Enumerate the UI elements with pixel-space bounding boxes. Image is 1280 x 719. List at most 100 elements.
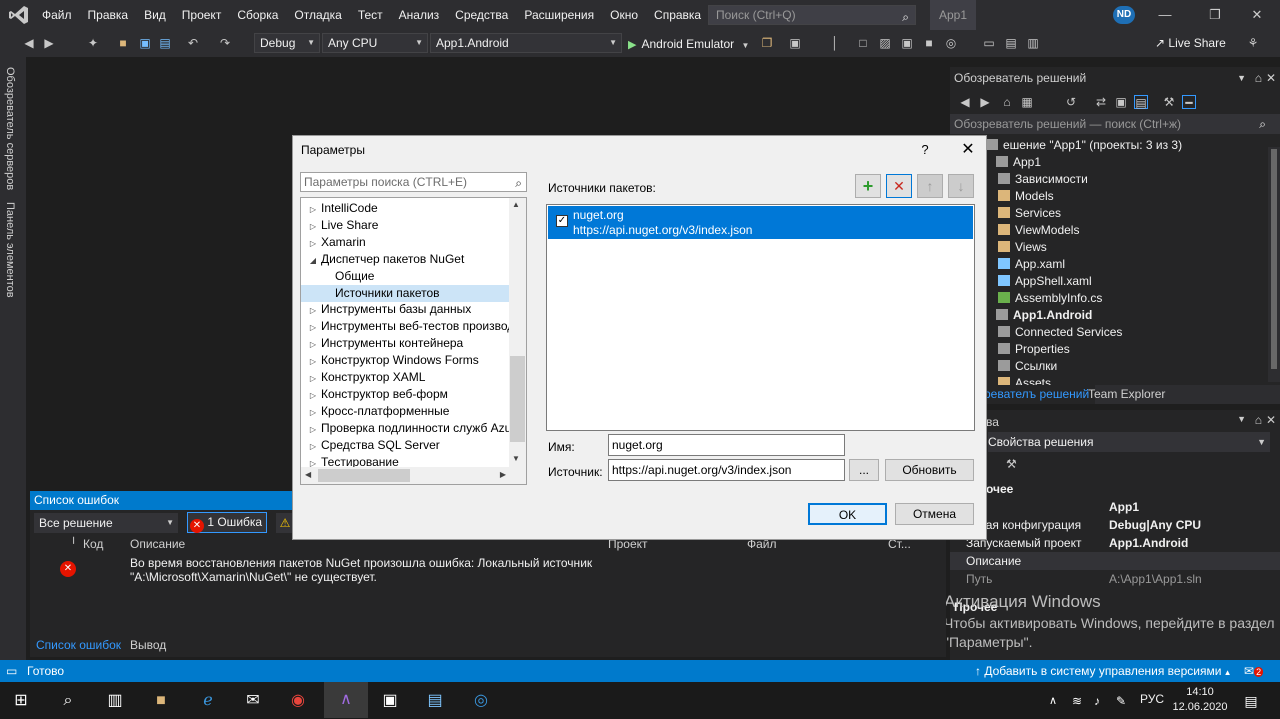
task-view-icon[interactable]: ▥ [102, 688, 128, 714]
open-folder-icon[interactable]: ■ [116, 36, 130, 50]
column-code[interactable]: Код [83, 537, 103, 551]
pin-icon[interactable]: ⌂ [1255, 67, 1262, 89]
step-icon[interactable]: │ [828, 36, 842, 50]
save-icon[interactable]: ▣ [138, 36, 152, 50]
browse-button[interactable]: ... [849, 459, 879, 481]
options-tree-item[interactable]: ▷ Инструменты базы данных [301, 301, 510, 318]
tree-item[interactable]: Connected Services [950, 324, 1268, 341]
options-tree-item[interactable]: ▷ Xamarin [301, 234, 510, 251]
menu-item[interactable]: Окно [602, 0, 646, 30]
options-tree-item[interactable]: ◢ Диспетчер пакетов NuGet [301, 251, 510, 268]
chevron-up-icon[interactable]: ∧ [1040, 688, 1066, 714]
remote-desktop-icon[interactable]: ▤ [422, 688, 448, 714]
forward-icon[interactable]: ▶ [978, 95, 992, 109]
live-share-button[interactable]: ↗ Live Share [1155, 36, 1226, 50]
help-icon[interactable]: ? [913, 136, 937, 164]
horizontal-scrollbar[interactable]: ◀ ▶ [301, 467, 526, 484]
tree-item[interactable]: Services [950, 205, 1268, 222]
chevron-down-icon[interactable]: ▼ [1237, 67, 1246, 89]
volume-icon[interactable]: ♪ [1084, 688, 1110, 714]
menu-item[interactable]: Отладка [286, 0, 349, 30]
app-icon[interactable]: ◎ [468, 688, 494, 714]
tree-item[interactable]: App1 [950, 154, 1268, 171]
forward-icon[interactable]: ▶ [42, 36, 56, 50]
designer-icon[interactable]: □ [856, 36, 870, 50]
options-tree-item[interactable]: ▷ Проверка подлинности служб Azur [301, 420, 515, 437]
options-tree-item[interactable]: ▷ Конструктор Windows Forms [301, 352, 510, 369]
restore-icon[interactable]: ❐ [1192, 0, 1238, 30]
run-button[interactable]: ▶ Android Emulator ▼ [628, 35, 749, 53]
redo-icon[interactable]: ↷ [218, 36, 232, 50]
history-icon[interactable]: ↺ [1064, 95, 1078, 109]
move-down-button[interactable]: ↓ [948, 174, 974, 198]
toolbox-tab[interactable]: Панель элементов [4, 202, 16, 298]
chevron-up-icon[interactable]: ▲ [512, 200, 520, 209]
file-explorer-icon[interactable]: ■ [148, 688, 174, 714]
sync-icon[interactable]: ⇄ [1094, 95, 1108, 109]
globe-icon[interactable]: ◎ [944, 36, 958, 50]
menu-item[interactable]: Анализ [391, 0, 448, 30]
show-all-files-icon[interactable]: ▤ [1134, 95, 1148, 110]
save-all-icon[interactable]: ▤ [158, 36, 172, 50]
tree-item[interactable]: AppShell.xaml [950, 273, 1268, 290]
pen-icon[interactable]: ✎ [1108, 688, 1134, 714]
window-layout-icon[interactable]: ▥ [1026, 36, 1040, 50]
layout-icon[interactable]: ▤ [1004, 36, 1018, 50]
chrome-icon[interactable]: ◉ [285, 688, 311, 714]
wrench-icon[interactable]: ⚒ [1162, 95, 1176, 109]
options-tree-item[interactable]: ▷ Инструменты контейнера [301, 335, 510, 352]
tab-output[interactable]: Вывод [124, 634, 172, 657]
visual-studio-icon[interactable]: ∧ [324, 682, 368, 718]
mail-icon[interactable]: ✉ [240, 688, 266, 714]
options-tree-item[interactable]: ▷ IntelliCode [301, 200, 510, 217]
server-explorer-tab[interactable]: Обозреватель серверов [4, 67, 16, 190]
tree-item[interactable]: ешение "App1" (проекты: 3 из 3) [950, 137, 1268, 154]
options-tree-item[interactable]: ▷ Кросс-платформенные [301, 403, 510, 420]
errors-filter-button[interactable]: ✕ 1 Ошибка [187, 512, 267, 533]
close-icon[interactable]: ✕ [1266, 413, 1276, 427]
chevron-left-icon[interactable]: ◀ [305, 470, 311, 479]
chevron-right-icon[interactable]: ▶ [500, 470, 506, 479]
source-control-button[interactable]: ↑ Добавить в систему управления версиями… [975, 660, 1232, 684]
options-tree-item[interactable]: ▷ Средства SQL Server [301, 437, 510, 454]
wrench-icon[interactable]: ⚒ [1006, 457, 1017, 471]
chevron-down-icon[interactable]: ▼ [1237, 414, 1246, 424]
tree-item[interactable]: Зависимости [950, 171, 1268, 188]
menu-item[interactable]: Сборка [229, 0, 286, 30]
menu-item[interactable]: Файл [34, 0, 80, 30]
configuration-select[interactable]: Debug ▼ [254, 33, 320, 53]
minimize-icon[interactable]: — [1142, 0, 1188, 30]
options-tree-item[interactable]: ▷ Live Share [301, 217, 510, 234]
tree-item[interactable]: Models [950, 188, 1268, 205]
property-row[interactable]: ивная конфигурация Debug|Any CPU [950, 516, 1280, 534]
remove-source-button[interactable]: ✕ [886, 174, 912, 198]
update-button[interactable]: Обновить [885, 459, 974, 481]
action-center-icon[interactable]: ▤ [1238, 688, 1264, 714]
options-search-input[interactable]: Параметры поиска (CTRL+E) ⌕ [300, 172, 527, 192]
home-icon[interactable]: ⌂ [1000, 95, 1014, 109]
menu-item[interactable]: Тест [350, 0, 391, 30]
new-project-icon[interactable]: ✦ [86, 36, 100, 50]
hot-reload-icon[interactable]: ▣ [788, 36, 802, 50]
scrollbar-thumb[interactable] [510, 356, 525, 442]
device-manager-icon[interactable]: ❐ [760, 36, 774, 50]
switch-views-icon[interactable]: ▦ [1020, 95, 1034, 109]
startup-project-select[interactable]: App1.Android ▼ [430, 33, 622, 53]
cancel-button[interactable]: Отмена [895, 503, 974, 525]
monitor-icon[interactable]: ▭ [982, 36, 996, 50]
windows-start-icon[interactable]: ⊞ [8, 688, 34, 714]
platform-select[interactable]: Any CPU ▼ [322, 33, 428, 53]
tab-team-explorer[interactable]: Team Explorer [1082, 385, 1171, 404]
back-icon[interactable]: ◀ [22, 36, 36, 50]
menu-item[interactable]: Вид [136, 0, 174, 30]
ok-button[interactable]: OK [808, 503, 887, 525]
error-scope-select[interactable]: Все решение ▼ [34, 513, 178, 533]
tree-item[interactable]: App1.Android [950, 307, 1268, 324]
search-input[interactable]: Поиск (Ctrl+Q) ⌕ [708, 5, 916, 25]
properties-object-select[interactable]: Свойства решения ▼ [988, 432, 1270, 452]
undo-icon[interactable]: ↶ [186, 36, 200, 50]
avatar[interactable]: ND [1113, 6, 1135, 24]
list-item[interactable]: ✓ nuget.org https://api.nuget.org/v3/ind… [548, 206, 973, 239]
scrollbar[interactable]: ▲ ▼ [509, 198, 526, 468]
options-tree-item[interactable]: Источники пакетов [301, 284, 510, 302]
